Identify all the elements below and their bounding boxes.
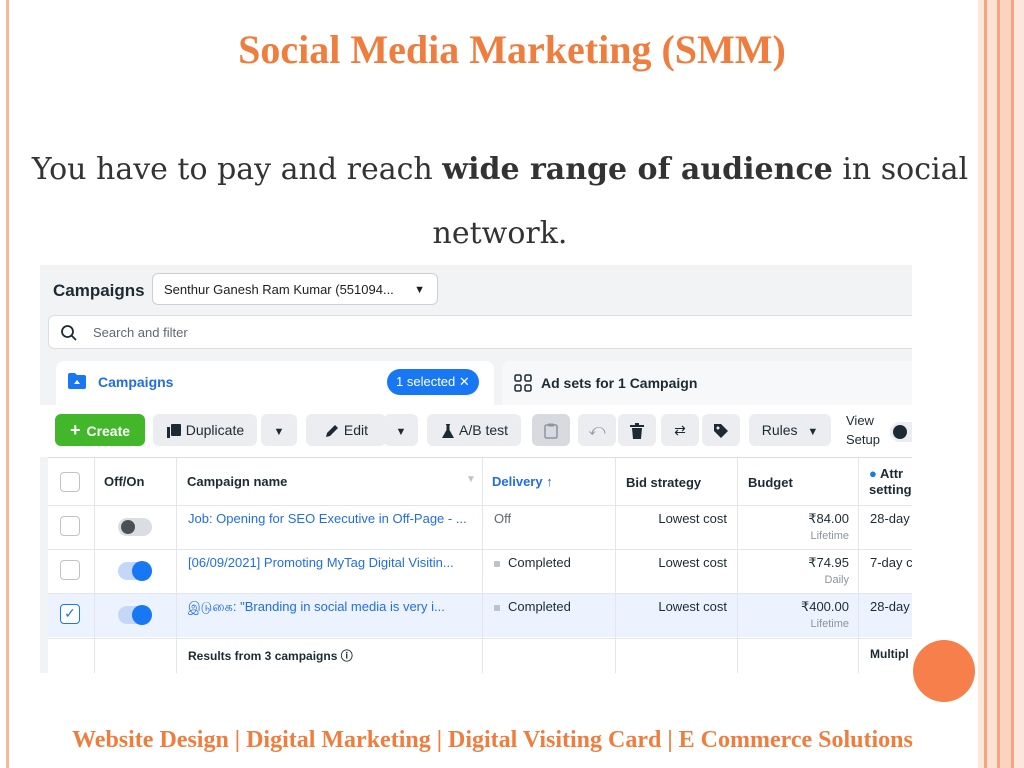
caret-down-icon: ▼ [807,426,819,438]
decor-circle [913,640,975,702]
col-off-on[interactable]: Off/On [104,474,144,489]
campaigns-table: Off/On Campaign name ▼ Delivery ↑ Bid st… [48,457,912,673]
selected-pill[interactable]: 1 selected ✕ [387,369,479,395]
rules-button[interactable]: Rules ▼ [749,414,831,446]
col-bid-strategy[interactable]: Bid strategy [626,475,701,490]
search-placeholder: Search and filter [93,325,188,340]
view-setup-label: View Setup [846,413,880,447]
attribution-value: 7-day c [870,555,912,570]
budget-type: Lifetime [810,618,849,630]
row-checkbox[interactable] [60,516,80,536]
row-toggle-off[interactable] [118,518,152,536]
search-icon [61,325,77,341]
duplicate-label: Duplicate [185,422,245,438]
view-setup-toggle[interactable] [890,422,912,442]
delivery-status: Off [494,511,512,526]
status-dot-icon [494,560,500,567]
row-checkbox-checked[interactable]: ✓ [60,604,80,624]
undo-button[interactable]: ⤺ [578,414,616,446]
col-budget[interactable]: Budget [748,475,793,490]
tab-ad-sets-label: Ad sets for 1 Campaign [541,375,698,391]
export-icon: ⇄ [674,422,686,438]
left-decor-rule [6,0,9,768]
budget-value: ₹74.95 [808,555,849,570]
tab-ad-sets[interactable]: Ad sets for 1 Campaign [502,361,912,405]
results-summary: Results from 3 campaigns ⓘ [188,649,353,663]
caret-down-icon: ▼ [273,426,285,438]
results-attribution: Multipl [870,647,909,661]
flask-icon [441,424,454,439]
rules-label: Rules [761,422,798,438]
duplicate-button[interactable]: Duplicate [153,414,257,446]
edit-label: Edit [343,422,368,438]
duplicate-dropdown[interactable]: ▼ [261,414,297,446]
row-toggle-on[interactable] [118,561,152,581]
tab-campaigns[interactable]: Campaigns 1 selected ✕ [56,361,494,405]
campaign-name-link[interactable]: Job: Opening for SEO Executive in Off-Pa… [188,511,478,526]
tab-campaigns-label: Campaigns [98,374,174,390]
campaign-name-link[interactable]: இடுகை: "Branding in social media is very… [188,599,478,616]
trash-icon [630,423,644,440]
row-checkbox[interactable] [60,560,80,580]
delivery-status: Completed [494,599,571,614]
slide-body: You have to pay and reach wide range of … [30,138,970,266]
caret-down-icon: ▼ [395,426,407,438]
campaign-name-link[interactable]: [06/09/2021] Promoting MyTag Digital Vis… [188,555,478,570]
ab-test-button[interactable]: A/B test [427,414,521,446]
bid-strategy: Lowest cost [658,599,727,614]
top-bar: Campaigns Senthur Ganesh Ram Kumar (5510… [40,265,912,315]
plus-icon: + [69,420,81,440]
pencil-icon [325,425,338,438]
delivery-status: Completed [494,555,571,570]
info-icon: ● [869,466,877,481]
toolbar: + Create Duplicate ▼ Edit ▼ A/B test ⤺ ⇄ … [40,405,912,457]
attribution-value: 28-day [870,511,910,526]
col-campaign-name[interactable]: Campaign name [187,474,287,489]
col-delivery[interactable]: Delivery ↑ [492,474,553,489]
folder-icon [68,373,86,389]
clipboard-icon [544,423,558,440]
slide-title: Social Media Marketing (SMM) [238,27,786,72]
ad-sets-icon [514,374,532,392]
caret-down-icon: ▼ [414,284,425,296]
bid-strategy: Lowest cost [658,511,727,526]
account-name: Senthur Ganesh Ram Kumar (551094... [164,282,394,297]
budget-value: ₹84.00 [808,511,849,526]
col-attribution[interactable]: ● Attr setting [869,466,912,498]
create-label: Create [86,423,131,439]
delete-button[interactable] [618,414,656,446]
create-button[interactable]: + Create [55,414,145,446]
tag-button[interactable] [702,414,740,446]
account-selector[interactable]: Senthur Ganesh Ram Kumar (551094... ▼ [152,273,438,305]
clipboard-button[interactable] [532,414,570,446]
budget-type: Daily [824,574,849,586]
budget-value: ₹400.00 [800,599,849,614]
search-input[interactable]: Search and filter [48,315,912,349]
duplicate-icon [166,424,181,439]
info-icon: ⓘ [340,649,353,663]
body-bold: wide range of audience [442,152,833,187]
edit-dropdown[interactable]: ▼ [384,414,418,446]
status-dot-icon [494,604,500,611]
select-all-checkbox[interactable] [60,472,80,492]
sort-caret-icon[interactable]: ▼ [466,474,476,485]
attribution-value: 28-day [870,599,910,614]
export-button[interactable]: ⇄ [661,414,699,446]
slide-footer: Website Design | Digital Marketing | Dig… [72,727,913,753]
budget-type: Lifetime [810,530,849,542]
ads-manager-screenshot: Campaigns Senthur Ganesh Ram Kumar (5510… [40,265,912,673]
undo-icon: ⤺ [588,422,606,439]
body-prefix: You have to pay and reach [31,152,443,187]
edit-button[interactable]: Edit [306,414,386,446]
right-decor-bands [978,0,1024,768]
tag-icon [714,424,728,439]
page-title: Campaigns [53,281,145,300]
ab-test-label: A/B test [459,422,509,438]
row-toggle-on[interactable] [118,605,152,625]
bid-strategy: Lowest cost [658,555,727,570]
